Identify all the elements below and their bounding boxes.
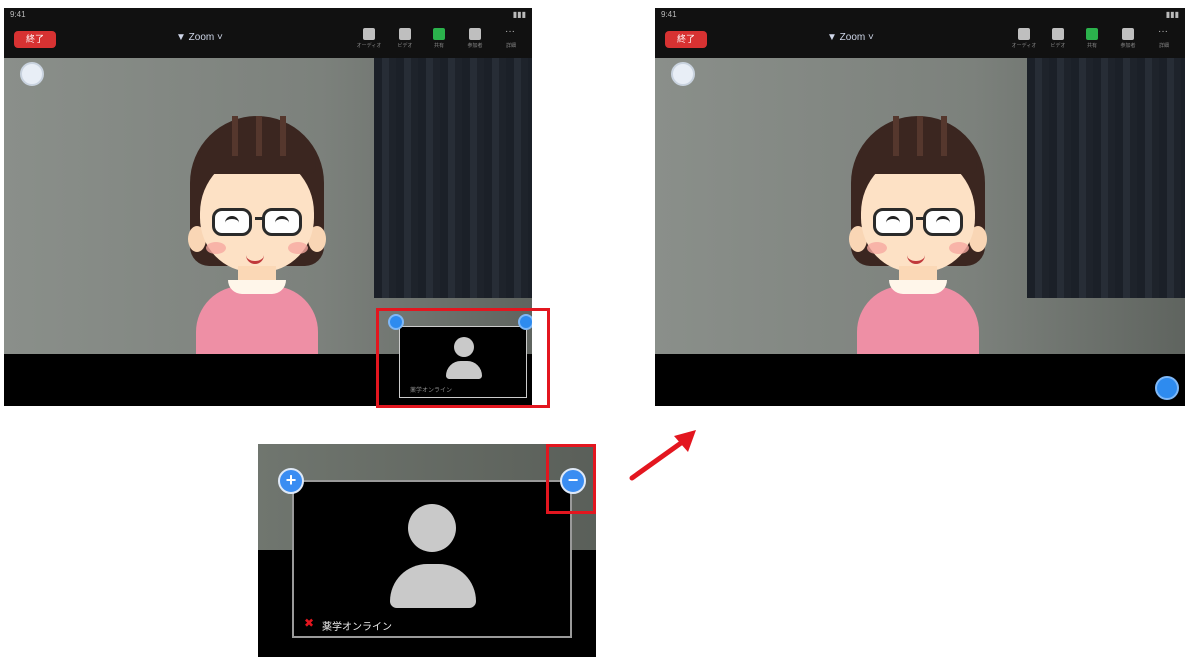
person-placeholder-body (390, 564, 476, 608)
toolbar-video-button[interactable]: ビデオ (396, 26, 414, 49)
meeting-title[interactable]: ▼ Zoom ˅ (176, 32, 223, 43)
share-screen-icon (433, 28, 445, 40)
participants-icon (469, 28, 481, 40)
curtain (374, 58, 532, 298)
person-placeholder-icon (408, 504, 456, 552)
toolbar-participants-button[interactable]: 参加者 (1119, 26, 1137, 49)
main-video-area (655, 58, 1185, 363)
switch-camera-button[interactable] (20, 62, 44, 86)
toolbar-audio-button[interactable]: オーディオ (357, 26, 381, 49)
self-view-thumbnail-large[interactable]: ✖ 薬学オンライン (292, 480, 572, 638)
video-bottom-bar (655, 354, 1185, 406)
share-screen-icon (1086, 28, 1098, 40)
switch-camera-button[interactable] (671, 62, 695, 86)
more-icon: ··· (1158, 26, 1168, 37)
toolbar-label: ビデオ (1050, 43, 1066, 49)
highlight-box-thumbnail (376, 308, 550, 408)
red-arrow-icon (629, 430, 696, 481)
status-time: 9:41 (10, 10, 26, 19)
end-meeting-button[interactable]: 終了 (14, 31, 56, 48)
toolbar-label: ビデオ (397, 43, 413, 49)
curtain (1027, 58, 1185, 298)
toolbar-label: 詳細 (505, 43, 516, 49)
avatar-girl (172, 116, 342, 356)
toolbar-label: 共有 (1086, 43, 1097, 49)
pip-plus-button[interactable]: + (278, 468, 304, 494)
participants-icon (1122, 28, 1134, 40)
status-time: 9:41 (661, 10, 677, 19)
status-bar: 9:41 ▮▮▮ (655, 8, 1185, 22)
zoom-top-bar: 9:41 ▮▮▮ 終了 ▼ Zoom ˅ オーディオ ビデオ 共有 参加者 ··… (4, 8, 532, 58)
meeting-title[interactable]: ▼ Zoom ˅ (827, 32, 874, 43)
toolbar-label: 共有 (433, 43, 444, 49)
toolbar-share-button[interactable]: 共有 (430, 26, 448, 49)
toolbar-label: 参加者 (467, 43, 483, 49)
end-meeting-button[interactable]: 終了 (665, 31, 707, 48)
toolbar-participants-button[interactable]: 参加者 (466, 26, 484, 49)
zoom-screen-after: 9:41 ▮▮▮ 終了 ▼ Zoom ˅ オーディオ ビデオ 共有 参加者 ··… (655, 8, 1185, 406)
toolbar-more-button[interactable]: ··· 詳細 (1155, 26, 1173, 50)
video-camera-icon (399, 28, 411, 40)
thumbnail-name: 薬学オンライン (322, 622, 392, 633)
microphone-icon (1018, 28, 1030, 40)
status-bar: 9:41 ▮▮▮ (4, 8, 532, 22)
toolbar-label: オーディオ (356, 43, 382, 49)
toolbar-share-button[interactable]: 共有 (1083, 26, 1101, 49)
toolbar-label: オーディオ (1011, 43, 1037, 49)
zoom-top-bar: 9:41 ▮▮▮ 終了 ▼ Zoom ˅ オーディオ ビデオ 共有 参加者 ··… (655, 8, 1185, 58)
video-camera-icon (1052, 28, 1064, 40)
toolbar-more-button[interactable]: ··· 詳細 (502, 26, 520, 50)
battery-icon: ▮▮▮ (512, 10, 526, 19)
toolbar-video-button[interactable]: ビデオ (1049, 26, 1067, 49)
more-icon: ··· (505, 26, 515, 37)
avatar-girl (833, 116, 1003, 356)
muted-mic-icon: ✖ (304, 616, 315, 630)
toolbar-label: 詳細 (1158, 43, 1169, 49)
toolbar-label: 参加者 (1120, 43, 1136, 49)
restore-thumbnail-button[interactable] (1155, 376, 1179, 400)
highlight-box-minus (546, 444, 596, 514)
battery-icon: ▮▮▮ (1165, 10, 1179, 19)
toolbar-audio-button[interactable]: オーディオ (1012, 26, 1036, 49)
microphone-icon (363, 28, 375, 40)
